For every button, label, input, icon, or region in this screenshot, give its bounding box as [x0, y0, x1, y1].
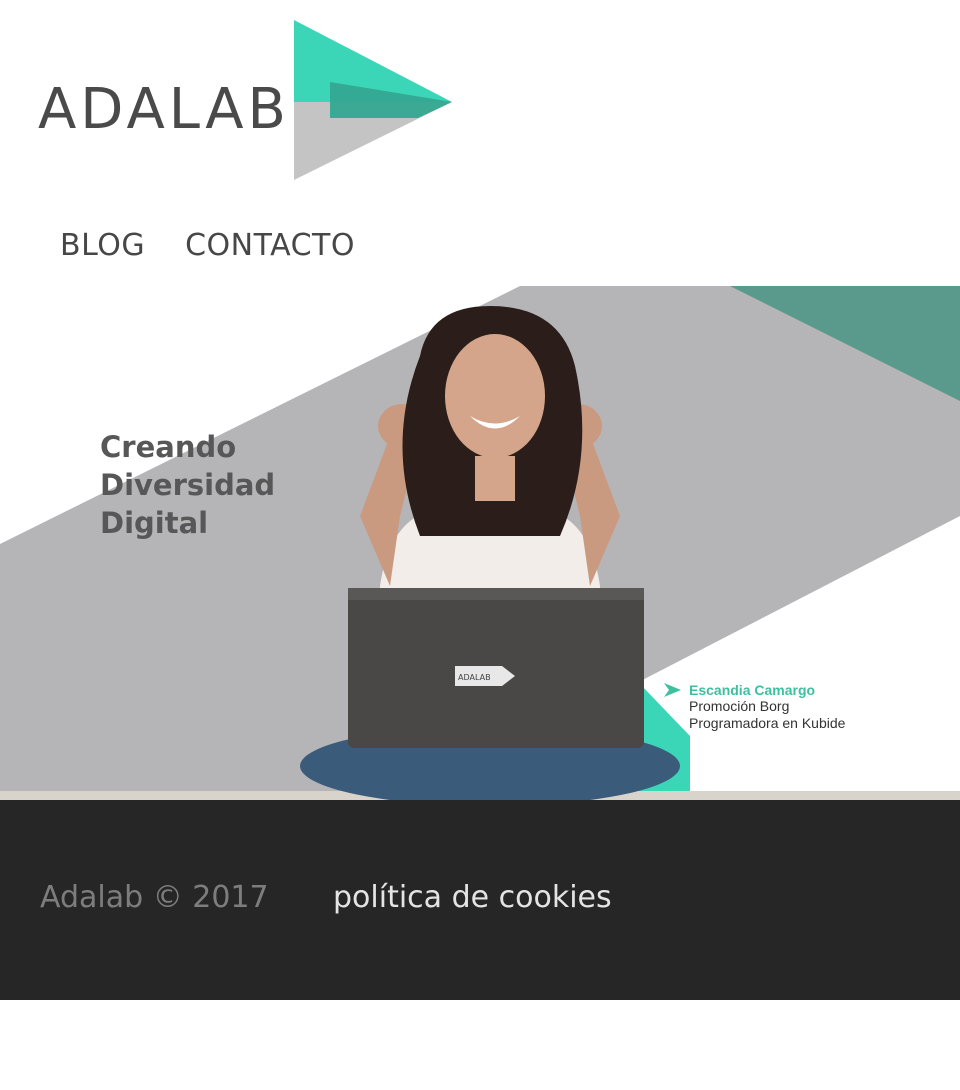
footer-copyright: Adalab © 2017 — [40, 880, 269, 915]
site-header: ADALAB BLOG CONTACTO — [0, 0, 960, 286]
site-footer: Adalab © 2017 política de cookies — [0, 800, 960, 1000]
caption-name-row: Escandia Camargo — [664, 682, 845, 698]
laptop-logo-text: ADALAB — [458, 673, 491, 682]
hero-tagline: Creando Diversidad Digital — [100, 428, 275, 542]
tagline-line-1: Creando — [100, 430, 237, 464]
caption-job: Programadora en Kubide — [689, 715, 846, 731]
main-nav: BLOG CONTACTO — [60, 228, 355, 263]
tagline-line-2: Diversidad — [100, 468, 276, 502]
adalab-logo: ADALAB — [38, 20, 452, 180]
tagline-line-3: Digital — [100, 506, 209, 540]
caption-promotion: Promoción Borg — [689, 698, 790, 714]
laptop: ADALAB — [348, 588, 644, 748]
logo-text: ADALAB — [38, 77, 290, 142]
hero-banner: ADALAB Creando Diversidad Digital Escand… — [0, 286, 960, 800]
cookies-policy-link[interactable]: política de cookies — [333, 880, 612, 915]
caption-name: Escandia Camargo — [689, 682, 816, 698]
testimonial-caption: Escandia Camargo Promoción Borg Programa… — [664, 682, 845, 732]
nav-contacto[interactable]: CONTACTO — [185, 228, 355, 263]
chevron-right-icon — [664, 683, 681, 697]
nav-blog[interactable]: BLOG — [60, 228, 145, 263]
